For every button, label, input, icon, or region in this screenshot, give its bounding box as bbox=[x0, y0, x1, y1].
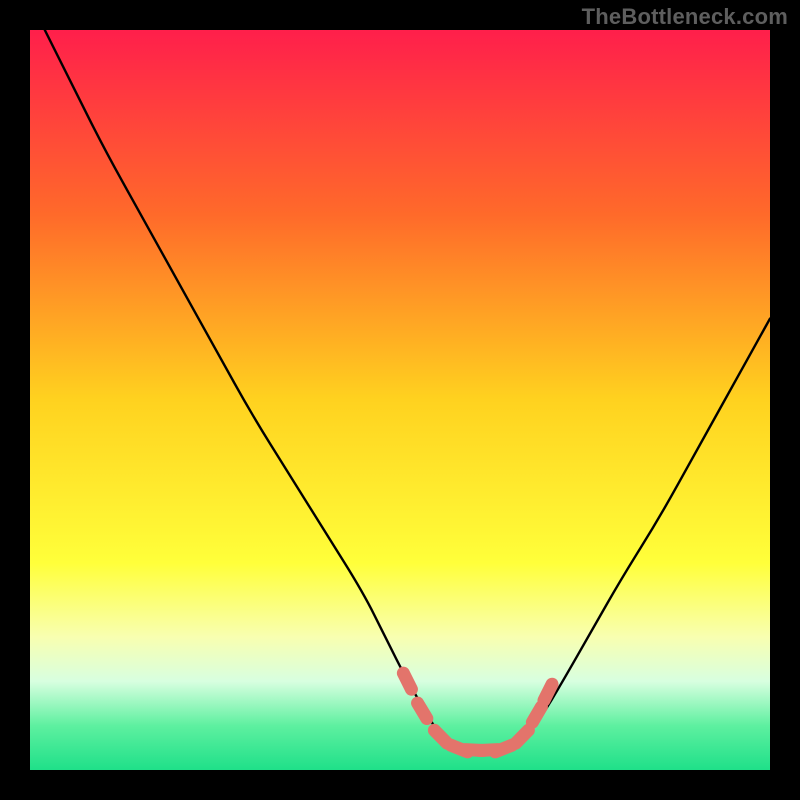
trough-marker bbox=[434, 730, 447, 743]
gradient-background bbox=[30, 30, 770, 770]
trough-marker bbox=[403, 673, 411, 689]
trough-marker bbox=[418, 703, 427, 718]
watermark-text: TheBottleneck.com bbox=[582, 4, 788, 30]
trough-marker bbox=[495, 745, 512, 752]
chart-svg bbox=[30, 30, 770, 770]
trough-marker bbox=[532, 707, 541, 723]
trough-marker bbox=[516, 730, 529, 743]
chart-frame: TheBottleneck.com bbox=[0, 0, 800, 800]
plot-area bbox=[30, 30, 770, 770]
trough-marker bbox=[544, 684, 552, 700]
